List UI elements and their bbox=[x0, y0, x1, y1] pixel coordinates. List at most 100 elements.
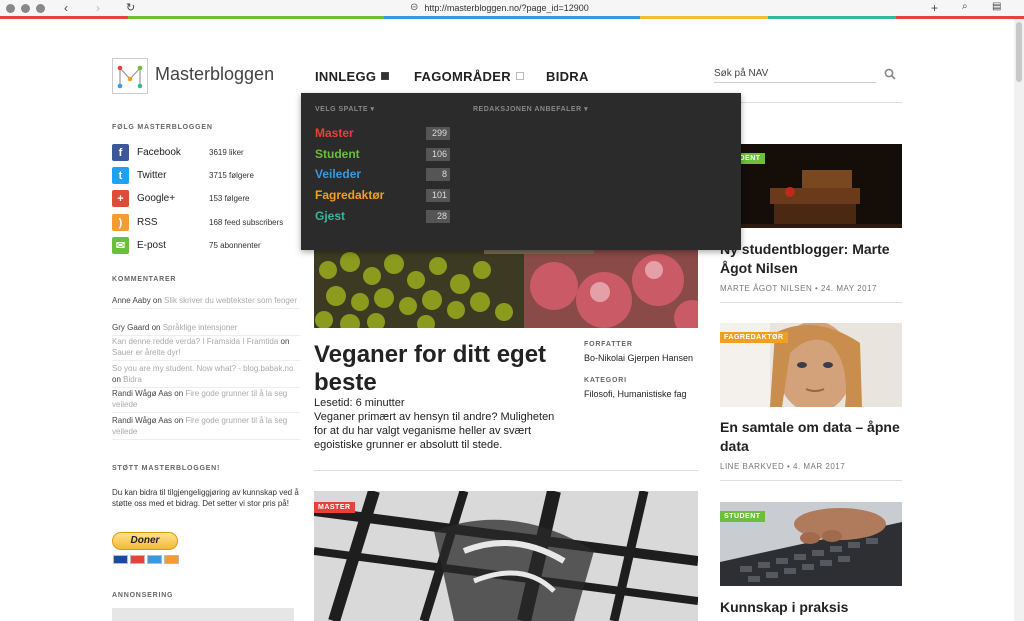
payment-cards bbox=[113, 555, 179, 564]
social-email[interactable]: ✉ E-post 75 abonnenter bbox=[112, 237, 261, 254]
amex-icon bbox=[147, 555, 162, 564]
support-text: Du kan bidra til tilgjengeliggjøring av … bbox=[112, 488, 299, 508]
search-input[interactable]: Søk på NAV bbox=[714, 68, 876, 83]
comment-link[interactable]: Bidra bbox=[123, 375, 142, 384]
twitter-icon: t bbox=[112, 167, 129, 184]
comment-on: on bbox=[150, 296, 165, 305]
comment-link[interactable]: Sauer er åreite dyr! bbox=[112, 348, 180, 357]
maximize-window-button[interactable] bbox=[36, 4, 45, 13]
comments-heading: KOMMENTARER bbox=[112, 276, 177, 283]
ad-placeholder bbox=[112, 608, 294, 621]
visa-icon bbox=[113, 555, 128, 564]
nav-innlegg-label: INNLEGG bbox=[315, 69, 377, 84]
scrollbar[interactable] bbox=[1014, 19, 1024, 621]
social-name: RSS bbox=[137, 217, 158, 228]
comment-author: Randi Wågø Aas bbox=[112, 416, 173, 425]
feature-divider bbox=[314, 470, 698, 471]
comment-link[interactable]: Slik skriver du webtekster som fenger bbox=[164, 296, 297, 305]
logo-graphic bbox=[117, 65, 143, 89]
menu-item-count: 106 bbox=[426, 148, 450, 161]
feature-title[interactable]: Veganer for ditt eget beste bbox=[314, 341, 574, 397]
comment-author[interactable]: So you are my student. Now what? - blog.… bbox=[112, 364, 293, 373]
reload-icon[interactable]: ↻ bbox=[126, 1, 135, 15]
category-badge[interactable]: FAGREDAKTØR bbox=[720, 332, 788, 343]
fruit-photo bbox=[314, 240, 698, 328]
forward-icon[interactable]: › bbox=[96, 1, 100, 15]
minimize-window-button[interactable] bbox=[21, 4, 30, 13]
facebook-icon: f bbox=[112, 144, 129, 161]
close-window-button[interactable] bbox=[6, 4, 15, 13]
sidebar-toggle-icon[interactable]: ▤ bbox=[992, 1, 1001, 12]
search-icon[interactable] bbox=[884, 68, 896, 80]
comment-author: Anne Aaby bbox=[112, 296, 151, 305]
innlegg-dropdown: VELG SPALTE ▾ REDAKSJONEN ANBEFALER ▾ Ma… bbox=[301, 93, 741, 250]
social-name: E-post bbox=[137, 240, 166, 251]
new-tab-icon[interactable]: + bbox=[931, 1, 938, 15]
category-heading: KATEGORI bbox=[584, 377, 627, 384]
right-divider bbox=[720, 480, 902, 481]
mastercard-icon bbox=[130, 555, 145, 564]
comment-item: Gry Gaard on Språklige intensjoner bbox=[112, 322, 300, 336]
social-facebook[interactable]: f Facebook 3619 liker bbox=[112, 144, 244, 161]
social-name: Facebook bbox=[137, 147, 181, 158]
heading-label: VELG SPALTE bbox=[315, 106, 369, 113]
second-article-image[interactable] bbox=[314, 491, 698, 621]
social-name: Twitter bbox=[137, 170, 167, 181]
nav-fagomrader[interactable]: FAGOMRÅDER bbox=[414, 69, 524, 84]
menu-item-gjest[interactable]: Gjest bbox=[315, 209, 345, 223]
site-logo[interactable] bbox=[112, 58, 148, 94]
donate-button[interactable]: Doner bbox=[112, 532, 178, 550]
rss-icon: ) bbox=[112, 214, 129, 231]
menu-item-master[interactable]: Master bbox=[315, 126, 354, 140]
menu-item-student[interactable]: Student bbox=[315, 147, 360, 161]
comment-on: on bbox=[112, 375, 124, 384]
comment-author: Randi Wågø Aas bbox=[112, 389, 173, 398]
heading-label: REDAKSJONEN ANBEFALER bbox=[473, 106, 582, 113]
dropdown-heading-anbefaler[interactable]: REDAKSJONEN ANBEFALER ▾ bbox=[473, 105, 588, 113]
nav-innlegg[interactable]: INNLEGG bbox=[315, 69, 390, 84]
zoom-icon[interactable]: ⌕ bbox=[962, 1, 968, 12]
link-icon: ⊝ bbox=[410, 2, 419, 13]
right-article-title[interactable]: En samtale om data – åpne data bbox=[720, 418, 910, 456]
author-name[interactable]: Bo-Nikolai Gjerpen Hansen bbox=[584, 353, 693, 363]
expand-icon bbox=[515, 72, 524, 80]
ads-heading: ANNONSERING bbox=[112, 592, 174, 599]
comment-on: on bbox=[149, 323, 163, 332]
author-heading: FORFATTER bbox=[584, 341, 633, 348]
social-rss[interactable]: ) RSS 168 feed subscribers bbox=[112, 214, 283, 231]
reading-time: Lesetid: 6 minutter bbox=[314, 397, 405, 409]
comment-item: So you are my student. Now what? - blog.… bbox=[112, 363, 300, 388]
nav-bidra[interactable]: BIDRA bbox=[546, 69, 589, 84]
comment-link[interactable]: Språklige intensjoner bbox=[163, 323, 238, 332]
url-text: http://masterbloggen.no/?page_id=12900 bbox=[424, 2, 589, 13]
right-article-title[interactable]: Kunnskap i praksis bbox=[720, 598, 910, 617]
menu-item-fagredaktor[interactable]: Fagredaktør bbox=[315, 188, 384, 202]
social-twitter[interactable]: t Twitter 3715 følgere bbox=[112, 167, 254, 184]
menu-item-count: 28 bbox=[426, 210, 450, 223]
comment-author[interactable]: Kan denne redde verda? I Framsida I Fram… bbox=[112, 337, 278, 346]
category-value[interactable]: Filosofi, Humanistiske fag bbox=[584, 389, 687, 399]
social-google-plus[interactable]: + Google+ 153 følgere bbox=[112, 190, 249, 207]
comment-author: Gry Gaard bbox=[112, 323, 150, 332]
address-bar[interactable]: ⊝ http://masterbloggen.no/?page_id=12900 bbox=[410, 2, 589, 13]
right-article-title[interactable]: Ny studentblogger: Marte Ågot Nilsen bbox=[720, 240, 910, 278]
category-badge[interactable]: MASTER bbox=[314, 502, 355, 513]
category-badge[interactable]: STUDENT bbox=[720, 511, 765, 522]
feature-excerpt: Veganer primært av hensyn til andre? Mul… bbox=[314, 411, 555, 451]
feature-image[interactable] bbox=[314, 240, 698, 328]
back-icon[interactable]: ‹ bbox=[64, 1, 68, 15]
comment-item: Kan denne redde verda? I Framsida I Fram… bbox=[112, 336, 300, 361]
caret-down-icon: ▾ bbox=[370, 106, 375, 113]
comment-on: on bbox=[172, 416, 186, 425]
menu-item-veileder[interactable]: Veileder bbox=[315, 167, 361, 181]
comment-on: on bbox=[278, 337, 290, 346]
email-icon: ✉ bbox=[112, 237, 129, 254]
dropdown-heading-spalte[interactable]: VELG SPALTE ▾ bbox=[315, 105, 375, 113]
scroll-thumb[interactable] bbox=[1016, 22, 1022, 82]
menu-item-count: 299 bbox=[426, 127, 450, 140]
browser-toolbar: ‹ › ↻ ⊝ http://masterbloggen.no/?page_id… bbox=[0, 0, 1024, 17]
comment-on: on bbox=[172, 389, 186, 398]
comment-item: Randi Wågø Aas on Fire gode grunner til … bbox=[112, 415, 300, 440]
site-title[interactable]: Masterbloggen bbox=[155, 64, 274, 85]
comment-item: Randi Wågø Aas on Fire gode grunner til … bbox=[112, 388, 300, 413]
